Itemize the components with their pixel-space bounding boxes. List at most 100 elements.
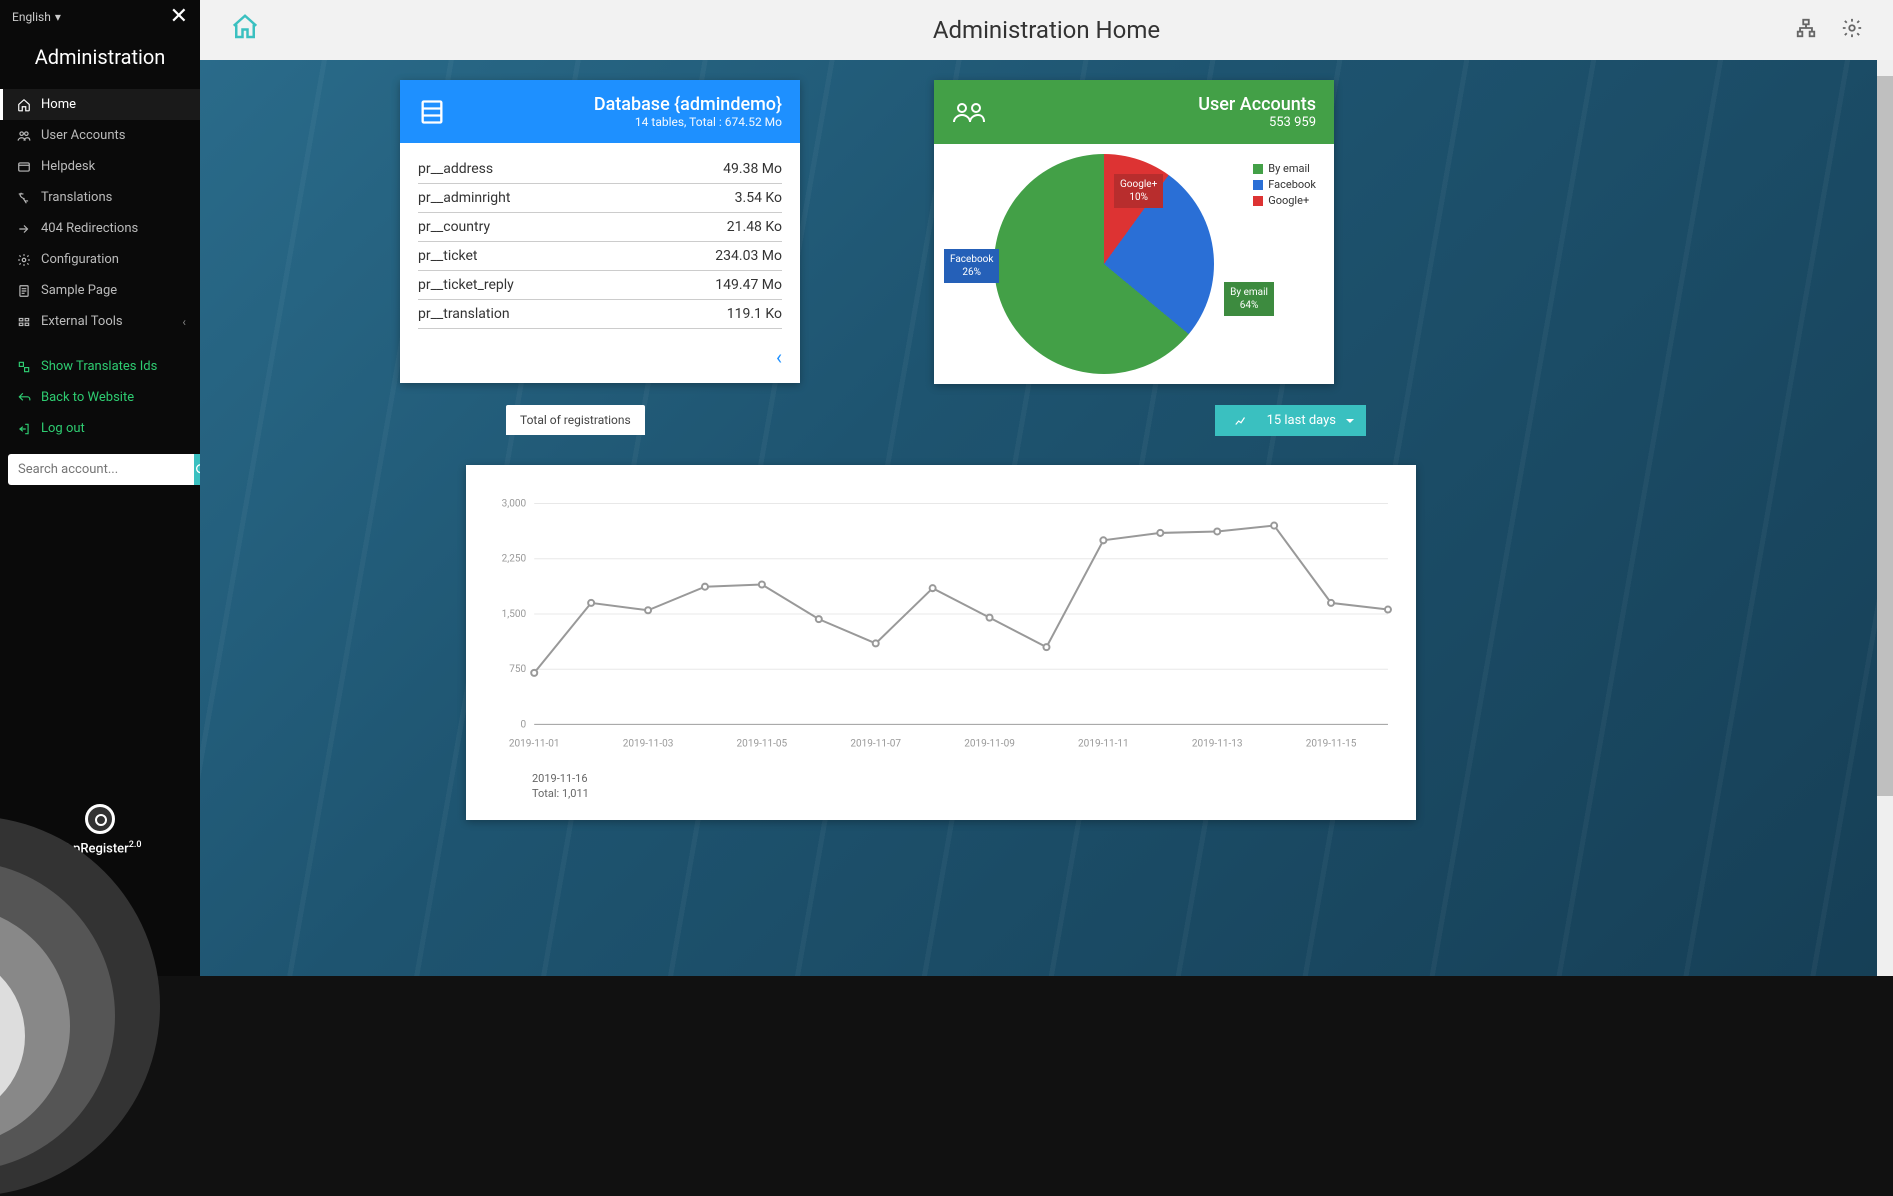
sidebar-top: English ▾ ✕	[0, 0, 200, 33]
action-show-translates[interactable]: Show Translates Ids	[0, 351, 200, 382]
nav-label: Helpdesk	[41, 159, 95, 174]
svg-text:2019-11-05: 2019-11-05	[737, 739, 788, 750]
svg-text:2019-11-03: 2019-11-03	[623, 739, 674, 750]
database-card: Database {admindemo} 14 tables, Total : …	[400, 80, 800, 383]
legend-item: Google+	[1253, 194, 1316, 207]
svg-text:750: 750	[509, 664, 526, 675]
chart-card: 0 750 1,500 2,250 3,000 2019-11-01 2019-11-03 2…	[466, 465, 1416, 820]
database-card-header: Database {admindemo} 14 tables, Total : …	[400, 80, 800, 143]
period-select[interactable]: 15 last days	[1215, 405, 1366, 436]
svg-text:2019-11-07: 2019-11-07	[850, 739, 901, 750]
search-row	[0, 444, 200, 495]
nav-translations[interactable]: Translations	[0, 182, 200, 213]
language-select[interactable]: English ▾	[12, 10, 61, 24]
chart-tooltip: 2019-11-16 Total: 1,011	[484, 763, 1398, 802]
user-accounts-count: 553 959	[1198, 115, 1316, 130]
nav-sample-page[interactable]: Sample Page	[0, 275, 200, 306]
action-label: Show Translates Ids	[41, 359, 157, 374]
action-label: Back to Website	[41, 390, 134, 405]
table-row: pr__address49.38 Mo	[418, 155, 782, 184]
chevron-left-icon[interactable]: ‹	[776, 345, 782, 369]
nav-label: Home	[41, 97, 76, 112]
sidebar: English ▾ ✕ Administration Home User Acc…	[0, 0, 200, 976]
period-label: 15 last days	[1267, 413, 1336, 428]
database-title: Database {admindemo}	[594, 94, 782, 115]
scrollbar[interactable]	[1877, 60, 1893, 976]
sidebar-title: Administration	[0, 33, 200, 89]
content: Database {admindemo} 14 tables, Total : …	[200, 60, 1893, 976]
sitemap-icon[interactable]	[1795, 17, 1817, 43]
table-row: pr__ticket234.03 Mo	[418, 242, 782, 271]
legend: By email Facebook Google+	[1253, 162, 1316, 210]
nav-label: Translations	[41, 190, 112, 205]
search-input[interactable]	[8, 454, 194, 485]
gear-icon	[17, 253, 31, 267]
back-icon	[17, 391, 31, 405]
svg-text:2019-11-11: 2019-11-11	[1078, 739, 1129, 750]
chart-icon	[1233, 414, 1249, 428]
nav-label: Configuration	[41, 252, 119, 267]
nav-external-tools[interactable]: External Tools ‹	[0, 306, 200, 337]
nav-label: User Accounts	[41, 128, 125, 143]
header: Administration Home	[200, 0, 1893, 60]
page-icon	[17, 284, 31, 298]
header-actions	[1795, 17, 1863, 43]
pie-label-email: By email64%	[1224, 282, 1274, 316]
users-icon	[952, 100, 986, 124]
database-footer: ‹	[400, 339, 800, 383]
settings-icon[interactable]	[1841, 17, 1863, 43]
logout-icon	[17, 422, 31, 436]
svg-text:3,000: 3,000	[502, 498, 527, 509]
svg-text:2019-11-13: 2019-11-13	[1192, 739, 1243, 750]
translate-icon	[17, 360, 31, 374]
chevron-left-icon: ‹	[182, 315, 186, 329]
user-accounts-title: User Accounts	[1198, 94, 1316, 115]
scroll-thumb[interactable]	[1877, 76, 1893, 796]
table-row: pr__country21.48 Ko	[418, 213, 782, 242]
svg-text:1,500: 1,500	[502, 609, 527, 620]
database-subtitle: 14 tables, Total : 674.52 Mo	[594, 115, 782, 129]
main: Administration Home Database {admindemo}…	[200, 0, 1893, 976]
svg-text:2019-11-01: 2019-11-01	[509, 739, 560, 750]
help-icon	[17, 160, 31, 174]
svg-text:2,250: 2,250	[502, 554, 527, 565]
line-chart: 0 750 1,500 2,250 3,000 2019-11-01 2019-11-03 2…	[484, 489, 1398, 759]
nav-label: External Tools	[41, 314, 123, 329]
nav-home[interactable]: Home	[0, 89, 200, 120]
home-icon	[17, 98, 31, 112]
legend-item: Facebook	[1253, 178, 1316, 191]
nav-404[interactable]: 404 Redirections	[0, 213, 200, 244]
svg-text:2019-11-09: 2019-11-09	[964, 739, 1015, 750]
nav-label: 404 Redirections	[41, 221, 138, 236]
tab-registrations[interactable]: Total of registrations	[506, 405, 645, 435]
user-accounts-header: User Accounts 553 959	[934, 80, 1334, 144]
users-icon	[17, 129, 31, 143]
pie-chart: Google+10% Facebook26% By email64%	[994, 154, 1214, 374]
registrations-chart-area: Total of registrations 15 last days 0750…	[466, 405, 1416, 435]
table-row: pr__ticket_reply149.47 Mo	[418, 271, 782, 300]
table-row: pr__adminright3.54 Ko	[418, 184, 782, 213]
nav-configuration[interactable]: Configuration	[0, 244, 200, 275]
svg-text:0: 0	[521, 719, 527, 730]
legend-item: By email	[1253, 162, 1316, 175]
nav-label: Sample Page	[41, 283, 117, 298]
close-icon[interactable]: ✕	[170, 4, 188, 29]
table-row: pr__translation119.1 Ko	[418, 300, 782, 329]
page-title: Administration Home	[933, 16, 1160, 44]
database-table-list: pr__address49.38 Mopr__adminright3.54 Ko…	[400, 143, 800, 339]
nav-user-accounts[interactable]: User Accounts	[0, 120, 200, 151]
language-label: English	[12, 10, 51, 24]
action-logout[interactable]: Log out	[0, 413, 200, 444]
database-icon	[418, 98, 446, 126]
translate-icon	[17, 191, 31, 205]
tools-icon	[17, 315, 31, 329]
action-back-website[interactable]: Back to Website	[0, 382, 200, 413]
user-accounts-body: Google+10% Facebook26% By email64% By em…	[934, 144, 1334, 384]
pie-slices	[994, 154, 1214, 374]
home-icon[interactable]	[230, 12, 260, 49]
action-label: Log out	[41, 421, 85, 436]
chevron-down-icon: ▾	[55, 10, 61, 24]
pie-label-google: Google+10%	[1114, 174, 1163, 208]
user-accounts-card: User Accounts 553 959 Google+10% Faceboo…	[934, 80, 1334, 384]
nav-helpdesk[interactable]: Helpdesk	[0, 151, 200, 182]
